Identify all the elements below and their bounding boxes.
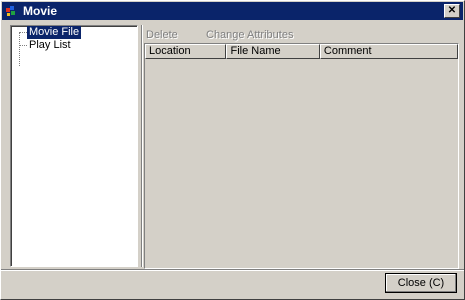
column-header-comment[interactable]: Comment — [319, 44, 458, 59]
tree-item-play-list[interactable]: Play List — [27, 39, 73, 52]
category-tree[interactable]: Movie File Play List — [10, 25, 138, 267]
file-list[interactable]: Location File Name Comment — [144, 43, 459, 269]
tree-connector — [19, 32, 20, 66]
delete-button[interactable]: Delete — [146, 29, 178, 41]
footer-divider — [1, 269, 464, 270]
tree-connector — [19, 45, 27, 46]
movie-dialog: Movie ✕ Movie File Play List Delete Chan… — [0, 0, 465, 300]
close-button[interactable]: Close (C) — [385, 273, 457, 293]
tree-item-movie-file[interactable]: Movie File — [27, 26, 82, 39]
movie-app-icon — [4, 3, 20, 19]
close-icon[interactable]: ✕ — [444, 4, 460, 18]
title-bar[interactable]: Movie ✕ — [2, 2, 463, 20]
column-header-location[interactable]: Location — [145, 44, 227, 59]
change-attributes-button[interactable]: Change Attributes — [206, 29, 293, 41]
window-title: Movie — [23, 4, 58, 18]
list-header: Location File Name Comment — [145, 44, 458, 59]
close-button-label: Close (C) — [397, 277, 445, 289]
tree-connector — [19, 32, 27, 33]
pane-divider — [141, 25, 142, 267]
column-header-file-name[interactable]: File Name — [226, 44, 320, 59]
